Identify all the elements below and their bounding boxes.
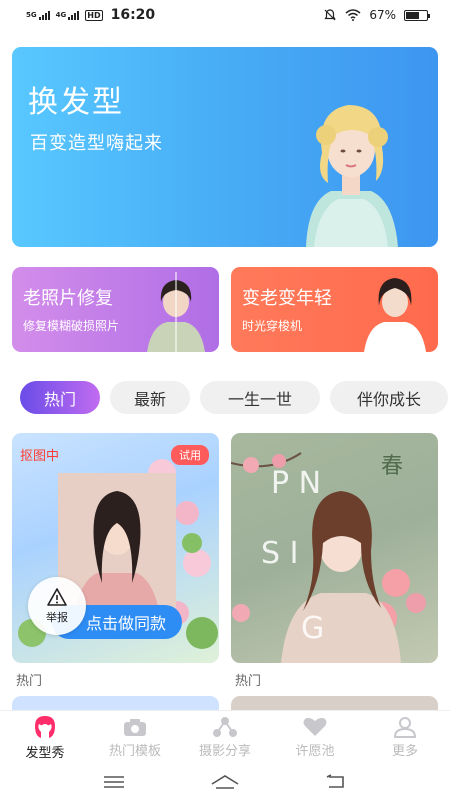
report-button[interactable]: 举报: [28, 577, 86, 635]
battery-icon: [404, 9, 430, 21]
nav-label: 热门模板: [108, 744, 161, 759]
nav-hot-templates[interactable]: 热门模板: [90, 716, 180, 759]
hero-title: 换发型: [28, 85, 124, 120]
person-icon: [393, 717, 417, 738]
tab-lifetime[interactable]: 一生一世: [200, 381, 320, 414]
nav-label: 更多: [391, 744, 418, 759]
tab-hot[interactable]: 热门: [20, 381, 100, 414]
nav-wish-pool[interactable]: 许愿池: [270, 716, 360, 759]
feature-title: 老照片修复: [23, 288, 113, 309]
feature-age-transform[interactable]: 变老变年轻 时光穿梭机: [231, 267, 438, 352]
signal-4g-icon: 4G: [55, 10, 80, 20]
hair-icon: [35, 716, 55, 738]
clock: 16:20: [110, 7, 156, 23]
nav-more[interactable]: 更多: [360, 716, 450, 759]
svg-text:S I: S I: [261, 536, 298, 571]
camera-icon: [124, 719, 146, 736]
signal-5g-label: 5G: [26, 10, 37, 19]
hero-banner-change-hairstyle[interactable]: 换发型 百变造型嗨起来: [12, 47, 438, 247]
signal-4g-label: 4G: [55, 10, 67, 19]
trial-badge: 试用: [171, 445, 209, 465]
heart-icon: [303, 717, 327, 736]
svg-text:G: G: [301, 611, 324, 646]
template-card-partial[interactable]: [12, 696, 219, 710]
signal-5g-icon: 5G: [26, 10, 50, 20]
nav-photo-share[interactable]: 摄影分享: [180, 716, 270, 759]
mute-icon: [324, 9, 336, 21]
category-tabs: 热门 最新 一生一世 伴你成长: [20, 381, 448, 414]
report-label: 举报: [46, 611, 68, 624]
template-card-partial[interactable]: [231, 696, 438, 710]
feature-subtitle: 修复模糊破损照片: [23, 319, 120, 333]
home-icon[interactable]: [210, 774, 240, 790]
status-left: 5G 4G HD 16:20: [26, 7, 155, 23]
feature-subtitle: 时光穿梭机: [242, 319, 303, 333]
status-right: 67%: [323, 8, 430, 22]
tab-grow-with-you[interactable]: 伴你成长: [330, 381, 448, 414]
age-figure-image: [364, 278, 426, 352]
nav-hairstyle-show[interactable]: 发型秀: [0, 714, 90, 761]
share-icon: [213, 717, 237, 737]
card-photo-image: P N S I G 春: [231, 452, 426, 663]
battery-percent: 67%: [369, 8, 396, 22]
menu-icon[interactable]: [103, 775, 125, 789]
battery-fill: [406, 11, 420, 19]
svg-text:春: 春: [381, 454, 403, 479]
old-photo-figure-image: [147, 272, 205, 352]
nav-label: 许愿池: [295, 744, 335, 759]
hd-icon: HD: [85, 9, 103, 21]
warning-icon: [47, 588, 67, 606]
back-icon[interactable]: [325, 774, 347, 790]
template-card[interactable]: P N S I G 春: [231, 433, 438, 663]
system-navigation-bar: [0, 764, 450, 800]
status-cutting-out: 抠图中: [20, 449, 60, 464]
bottom-navigation: 发型秀 热门模板 摄影分享 许愿池 更多: [0, 710, 450, 764]
spring-letters-text: P N: [271, 466, 321, 501]
template-card[interactable]: 抠图中 试用 点击做同款 举报: [12, 433, 219, 663]
hero-model-image: [306, 105, 398, 247]
nav-label: 发型秀: [25, 746, 65, 761]
card-category: 热门: [235, 674, 262, 689]
hero-subtitle: 百变造型嗨起来: [30, 133, 163, 154]
feature-old-photo-repair[interactable]: 老照片修复 修复模糊破损照片: [12, 267, 219, 352]
card-category: 热门: [16, 674, 43, 689]
tab-latest[interactable]: 最新: [110, 381, 190, 414]
wifi-icon: [345, 9, 361, 21]
feature-title: 变老变年轻: [242, 288, 332, 309]
status-bar: 5G 4G HD 16:20 67%: [0, 0, 450, 30]
nav-label: 摄影分享: [198, 744, 251, 759]
